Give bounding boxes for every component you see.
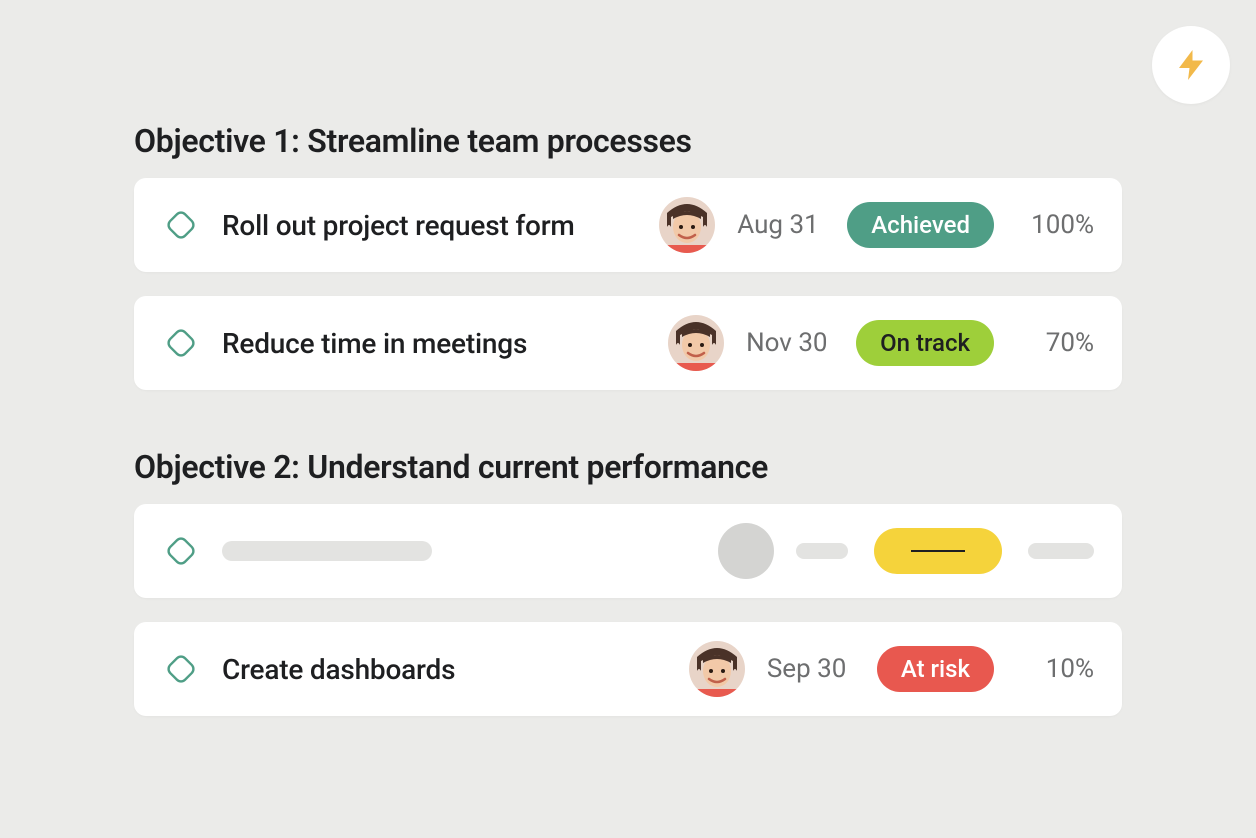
title-placeholder bbox=[222, 541, 432, 561]
diamond-icon bbox=[162, 532, 200, 570]
diamond-icon bbox=[162, 650, 200, 688]
objective-title: Objective 2: Understand current performa… bbox=[134, 448, 1122, 486]
progress-value: 10% bbox=[1016, 654, 1094, 684]
status-badge: Achieved bbox=[847, 202, 994, 248]
assignee-avatar[interactable] bbox=[668, 315, 724, 371]
goal-title: Create dashboards bbox=[222, 653, 689, 686]
diamond-icon bbox=[162, 324, 200, 362]
goal-card[interactable]: Create dashboards Sep 30 At risk 10% bbox=[134, 622, 1122, 716]
objective-group: Objective 1: Streamline team processes R… bbox=[134, 122, 1122, 390]
progress-placeholder bbox=[1028, 543, 1094, 559]
due-date: Aug 31 bbox=[737, 210, 847, 240]
goal-card[interactable]: Reduce time in meetings Nov 30 On track … bbox=[134, 296, 1122, 390]
goal-title: Reduce time in meetings bbox=[222, 327, 668, 360]
progress-value: 100% bbox=[1016, 210, 1094, 240]
assignee-avatar[interactable] bbox=[659, 197, 715, 253]
status-badge-placeholder bbox=[874, 528, 1002, 574]
goal-title: Roll out project request form bbox=[222, 209, 659, 242]
objective-title: Objective 1: Streamline team processes bbox=[134, 122, 1122, 160]
goal-card[interactable]: Roll out project request form Aug 31 Ach… bbox=[134, 178, 1122, 272]
avatar-placeholder bbox=[718, 523, 774, 579]
due-date: Sep 30 bbox=[767, 654, 877, 684]
assignee-avatar[interactable] bbox=[689, 641, 745, 697]
status-badge: On track bbox=[856, 320, 994, 366]
goal-card-placeholder[interactable] bbox=[134, 504, 1122, 598]
diamond-icon bbox=[162, 206, 200, 244]
due-date: Nov 30 bbox=[746, 328, 856, 358]
date-placeholder bbox=[796, 543, 848, 559]
objectives-list: Objective 1: Streamline team processes R… bbox=[0, 0, 1256, 716]
lightning-icon bbox=[1173, 47, 1209, 83]
action-button[interactable] bbox=[1152, 26, 1230, 104]
objective-group: Objective 2: Understand current performa… bbox=[134, 448, 1122, 716]
status-badge: At risk bbox=[877, 646, 994, 692]
progress-value: 70% bbox=[1016, 328, 1094, 358]
placeholder-line bbox=[911, 550, 965, 552]
